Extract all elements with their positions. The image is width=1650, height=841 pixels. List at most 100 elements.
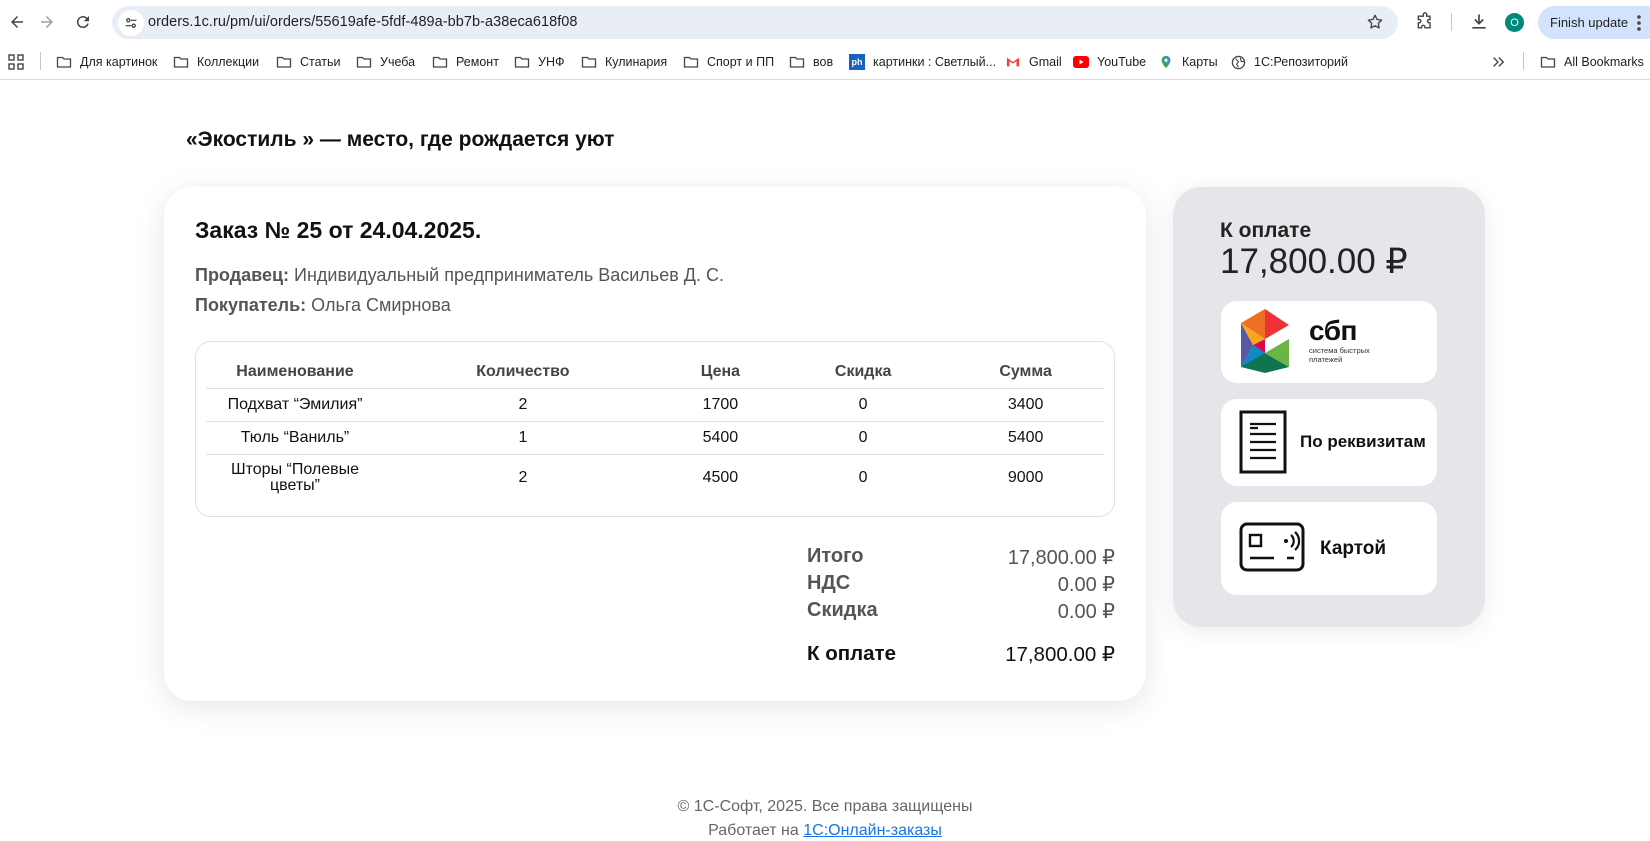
bookmark-item[interactable]: YouTube — [1073, 52, 1146, 72]
sbp-subtitle: система быстрых платежей — [1309, 346, 1370, 364]
column-header-discount: Скидка — [779, 356, 948, 389]
reload-icon — [76, 16, 89, 29]
item-price: 1700 — [661, 388, 780, 422]
vat-label: НДС — [807, 572, 851, 594]
arrow-right-icon — [41, 16, 53, 28]
bookmark-item[interactable]: Учеба — [356, 52, 415, 72]
table-row: Шторы “Полевые цветы” 2 4500 0 9000 — [206, 454, 1104, 502]
forward-button[interactable] — [30, 5, 64, 39]
item-name: Подхват “Эмилия” — [206, 388, 384, 422]
maps-icon — [1158, 54, 1174, 70]
final-total-value: 17,800.00 ₽ — [1005, 643, 1115, 666]
folder-icon — [56, 54, 72, 70]
column-header-name: Наименование — [206, 356, 384, 389]
item-sum: 9000 — [1007, 469, 1044, 487]
sbp-pay-button[interactable]: сбп система быстрых платежей — [1221, 301, 1437, 383]
footer-powered-prefix: Работает на — [708, 822, 799, 839]
pay-by-details-button[interactable]: По реквизитам — [1221, 399, 1437, 486]
bookmarks-separator — [40, 52, 41, 70]
item-quantity: 2 — [518, 469, 528, 487]
bookmarks-overflow-icon[interactable] — [1491, 52, 1505, 72]
bookmark-label: Для картинок — [80, 55, 158, 69]
more-vert-icon[interactable] — [1636, 14, 1642, 32]
folder-icon — [432, 54, 448, 70]
bookmark-item[interactable]: Коллекции — [173, 52, 259, 72]
bookmark-item[interactable]: УНФ — [514, 52, 564, 72]
back-button[interactable] — [0, 5, 34, 39]
download-icon[interactable] — [1468, 11, 1490, 33]
payment-panel: К оплате 17,800.00 ₽ сбп система быстрых… — [1173, 187, 1485, 627]
column-header-quantity: Количество — [384, 356, 662, 389]
bookmark-label: УНФ — [538, 55, 565, 69]
bookmark-item[interactable]: Ремонт — [432, 52, 499, 72]
column-header-sum: Сумма — [947, 356, 1104, 389]
site-info-icon[interactable] — [118, 10, 144, 36]
item-name: Тюль “Ваниль” — [206, 421, 384, 455]
folder-icon — [789, 54, 805, 70]
item-price: 5400 — [661, 421, 780, 455]
bookmark-item[interactable]: Спорт и ПП — [683, 52, 774, 72]
folder-icon — [173, 54, 189, 70]
discount-label: Скидка — [807, 599, 878, 621]
reload-button[interactable] — [66, 5, 100, 39]
item-quantity: 2 — [384, 388, 662, 422]
seller-name: Индивидуальный предприниматель Васильев … — [294, 265, 724, 285]
folder-icon — [683, 54, 699, 70]
bookmark-item[interactable]: Статьи — [276, 52, 341, 72]
final-total-label: К оплате — [807, 642, 896, 665]
bookmark-item[interactable]: вов — [789, 52, 833, 72]
url-text[interactable]: orders.1c.ru/pm/ui/orders/55619afe-5fdf-… — [148, 14, 578, 30]
bookmark-label: Кулинария — [605, 55, 668, 69]
address-bar[interactable]: orders.1c.ru/pm/ui/orders/55619afe-5fdf-… — [112, 6, 1398, 39]
youtube-icon — [1073, 54, 1089, 70]
profile-avatar[interactable]: O — [1505, 13, 1524, 32]
buyer-line: Покупатель: Ольга Смирнова — [195, 295, 451, 316]
footer-powered-link[interactable]: 1С:Онлайн-заказы — [803, 822, 942, 839]
bookmark-label: Gmail — [1029, 55, 1062, 69]
bookmark-item[interactable]: Для картинок — [56, 52, 157, 72]
ph-icon: ph — [849, 54, 865, 70]
final-total-row: К оплате 17,800.00 ₽ — [807, 642, 1115, 667]
sbp-logo-icon — [1241, 309, 1289, 373]
item-name: Шторы “Полевые цветы” — [230, 461, 360, 495]
store-heading: «Экостиль » — место, где рождается уют — [186, 128, 615, 151]
bookmark-label: вов — [813, 55, 834, 69]
ph-badge: ph — [849, 54, 865, 70]
extensions-icon[interactable] — [1414, 11, 1436, 33]
bookmark-item[interactable]: ph картинки : Светлый... — [849, 52, 996, 72]
card-terminal-icon — [1239, 522, 1305, 572]
sbp-subtitle-line-1: система быстрых — [1309, 346, 1370, 355]
bookmark-label: Статьи — [300, 55, 341, 69]
apps-icon[interactable] — [8, 52, 24, 72]
item-sum: 5400 — [947, 421, 1104, 455]
bookmark-item[interactable]: Кулинария — [581, 52, 667, 72]
order-items-table: Наименование Количество Цена Скидка Сумм… — [195, 341, 1115, 517]
folder-icon — [356, 54, 372, 70]
bookmark-label: картинки : Светлый... — [873, 55, 997, 69]
finish-update-label: Finish update — [1550, 15, 1629, 30]
item-sum: 3400 — [947, 388, 1104, 422]
browser-toolbar: orders.1c.ru/pm/ui/orders/55619afe-5fdf-… — [0, 0, 1650, 44]
bookmark-item[interactable]: 1С:Репозиторий — [1230, 52, 1348, 72]
bookmark-star-icon[interactable] — [1366, 13, 1384, 31]
pay-by-card-button[interactable]: Картой — [1221, 502, 1437, 595]
bookmarks-separator — [1523, 52, 1524, 70]
payment-amount: 17,800.00 ₽ — [1220, 242, 1408, 281]
bookmark-item[interactable]: Карты — [1158, 52, 1218, 72]
vat-value: 0.00 ₽ — [1057, 574, 1115, 596]
item-price: 4500 — [702, 469, 739, 487]
total-label: Итого — [807, 545, 864, 567]
bookmark-label: Ремонт — [456, 55, 499, 69]
table-header-row: Наименование Количество Цена Скидка Сумм… — [206, 356, 1104, 389]
folder-icon — [276, 54, 292, 70]
sbp-title: сбп — [1309, 315, 1357, 346]
all-bookmarks-folder[interactable]: All Bookmarks — [1540, 52, 1644, 72]
total-value: 17,800.00 ₽ — [1007, 547, 1115, 569]
bookmark-label: Спорт и ПП — [707, 55, 775, 69]
item-discount: 0 — [779, 421, 948, 455]
discount-row: Скидка 0.00 ₽ — [807, 599, 1115, 624]
item-discount: 0 — [779, 388, 948, 422]
bookmark-item[interactable]: Gmail — [1005, 52, 1062, 72]
gmail-icon — [1005, 54, 1021, 70]
finish-update-button[interactable]: Finish update — [1538, 6, 1650, 39]
